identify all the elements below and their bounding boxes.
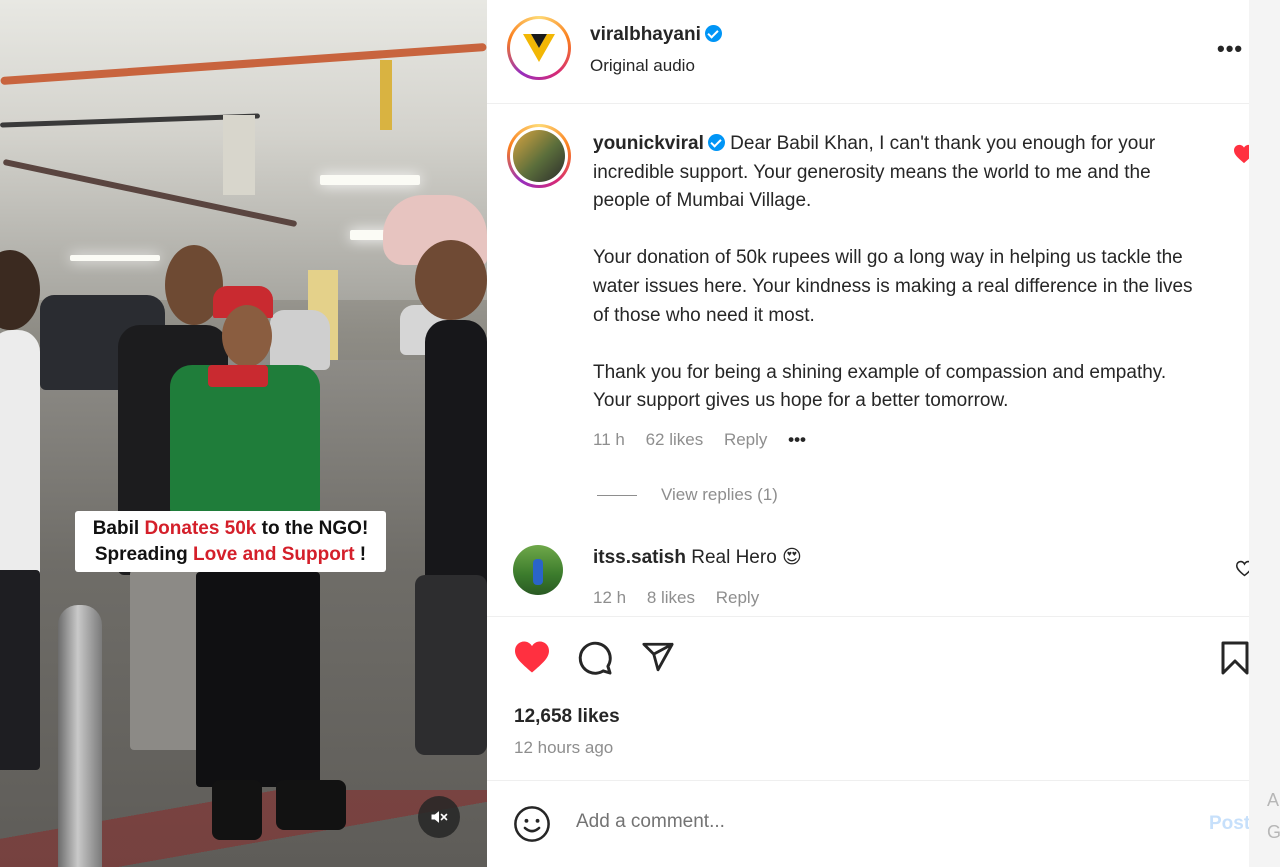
comment-meta: 12 h 8 likes Reply	[593, 588, 775, 608]
comment-bubble-icon[interactable]	[577, 640, 613, 676]
post-header: viralbhayani Original audio •••	[487, 0, 1249, 104]
video-car	[270, 310, 330, 370]
video-light	[70, 255, 160, 261]
emoji-picker-icon[interactable]	[513, 805, 551, 843]
comment-meta: 11 h 62 likes Reply •••	[593, 430, 822, 450]
audio-label[interactable]: Original audio	[590, 56, 695, 76]
reply-button[interactable]: Reply	[724, 430, 767, 449]
verified-badge-icon	[707, 134, 725, 151]
post-panel: viralbhayani Original audio ••• younickv…	[487, 0, 1254, 867]
post-video[interactable]: Babil Donates 50k to the NGO! Spreading …	[0, 0, 487, 867]
view-replies-button[interactable]: View replies (1)	[597, 485, 778, 505]
post-timestamp[interactable]: 12 hours ago	[514, 738, 613, 758]
share-send-icon[interactable]	[640, 640, 676, 674]
comment-avatar[interactable]	[513, 545, 563, 595]
viral-logo-icon	[523, 34, 555, 62]
comment-username[interactable]: itss.satish	[593, 547, 686, 568]
video-light	[320, 175, 420, 185]
comment-text: itss.satish Real Hero 😍	[593, 547, 802, 568]
comment-time: 11 h	[593, 430, 625, 449]
like-heart-icon[interactable]	[513, 640, 551, 674]
speaker-muted-icon	[431, 811, 448, 823]
comment-composer: Post	[487, 781, 1250, 867]
comment-input[interactable]	[576, 811, 1176, 833]
author-avatar[interactable]	[507, 16, 571, 80]
view-replies-line	[597, 495, 637, 497]
like-count[interactable]: 12,658 likes	[514, 706, 620, 728]
comment-likes[interactable]: 62 likes	[646, 430, 704, 449]
video-caption-line-1: Babil Donates 50k to the NGO!	[92, 518, 369, 539]
page-scroll-gutter: A G	[1249, 0, 1280, 867]
mute-button[interactable]	[418, 796, 460, 838]
video-pillar	[223, 115, 255, 195]
comment-time: 12 h	[593, 588, 627, 607]
video-pillar	[380, 60, 392, 130]
video-caption: Babil Donates 50k to the NGO! Spreading …	[75, 511, 386, 572]
comment-more-button[interactable]: •••	[788, 430, 806, 449]
video-bollard	[58, 605, 102, 867]
reply-button[interactable]: Reply	[716, 588, 759, 607]
post-comment-button[interactable]: Post	[1209, 813, 1250, 835]
verified-badge-icon	[704, 25, 722, 42]
heart-eyes-emoji: 😍	[782, 547, 802, 568]
comment-avatar[interactable]	[507, 124, 571, 188]
gutter-glyph: A	[1267, 790, 1280, 810]
comment-likes[interactable]: 8 likes	[647, 588, 695, 607]
comment-username[interactable]: younickviral	[593, 133, 704, 154]
author-username[interactable]: viralbhayani	[590, 24, 722, 46]
video-caption-line-2: Spreading Love and Support !	[94, 544, 367, 565]
save-bookmark-icon[interactable]	[1219, 640, 1251, 676]
more-options-button[interactable]: •••	[1217, 36, 1243, 62]
gutter-glyph: G	[1267, 822, 1280, 842]
comment-text: younickviral Dear Babil Khan, I can't th…	[593, 133, 1193, 412]
